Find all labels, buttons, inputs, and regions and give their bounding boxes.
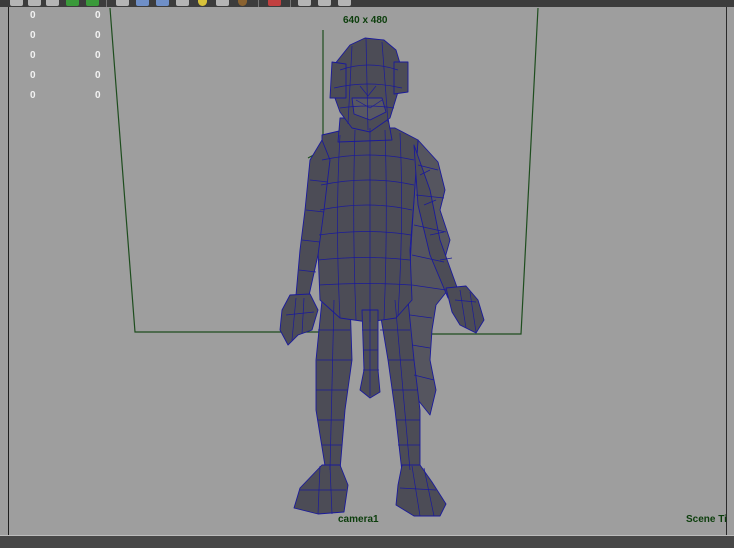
camera-name-label: camera1 — [338, 514, 379, 525]
character-mesh — [279, 37, 485, 517]
hud-value: 0 — [30, 90, 36, 101]
hud-value: 0 — [30, 10, 36, 21]
hud-value: 0 — [30, 30, 36, 41]
resolution-gate-label: 640 x 480 — [343, 15, 388, 26]
hud-value: 0 — [95, 30, 101, 41]
hud-value: 0 — [30, 50, 36, 61]
hud-value: 0 — [30, 70, 36, 81]
hud-value: 0 — [95, 10, 101, 21]
scene-timer-label: Scene Ti — [686, 514, 727, 525]
hud-value: 0 — [95, 50, 101, 61]
viewport-bottom-bar — [0, 535, 734, 548]
hud-value: 0 — [95, 70, 101, 81]
hud-value: 0 — [95, 90, 101, 101]
scene-view — [109, 7, 539, 517]
